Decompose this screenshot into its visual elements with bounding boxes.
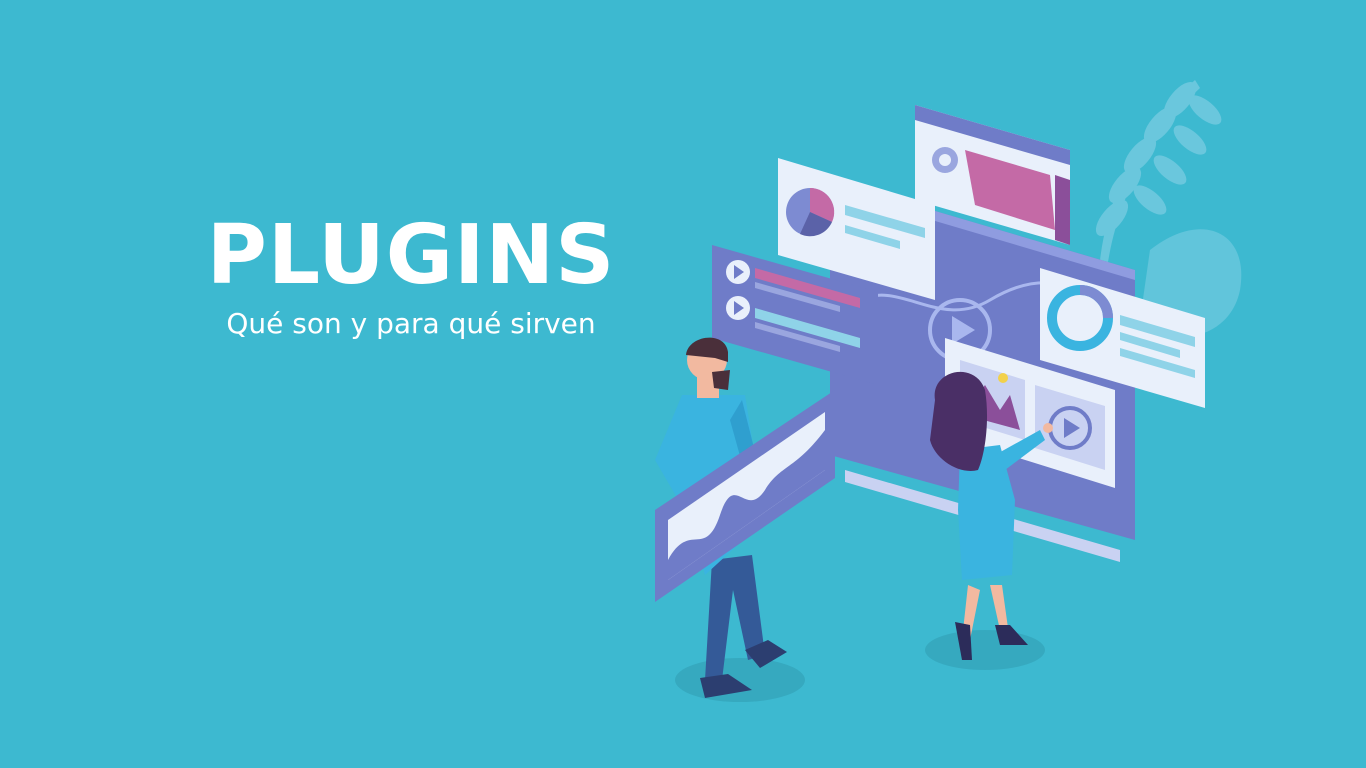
- isometric-illustration: [655, 80, 1242, 702]
